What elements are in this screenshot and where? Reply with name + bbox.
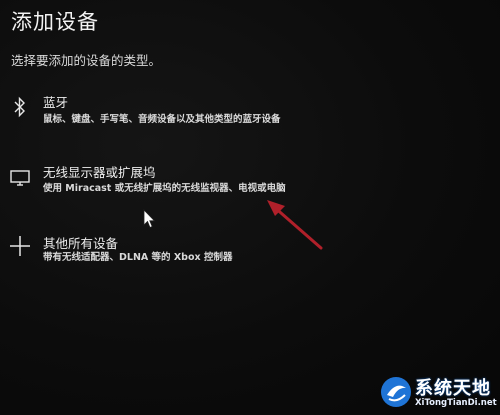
bluetooth-icon xyxy=(6,93,34,121)
dialog-subtitle: 选择要添加的设备的类型。 xyxy=(11,53,162,68)
watermark-title: 系统天地 xyxy=(415,378,491,399)
watermark: 系统天地 XiTongTianDi.net xyxy=(377,372,500,415)
option-label: 无线显示器或扩展坞 xyxy=(43,165,156,180)
option-description: 使用 Miracast 或无线扩展坞的无线监视器、电视或电脑 xyxy=(43,183,286,194)
option-label: 蓝牙 xyxy=(43,95,69,110)
option-description: 鼠标、键盘、手写笔、音频设备以及其他类型的蓝牙设备 xyxy=(43,114,281,125)
plus-icon xyxy=(6,232,34,260)
add-device-dialog: 添加设备 选择要添加的设备的类型。 蓝牙 鼠标、键盘、手写笔、音频设备以及其他类… xyxy=(0,0,500,415)
dialog-title: 添加设备 xyxy=(11,10,99,34)
option-wireless-display[interactable]: 无线显示器或扩展坞 使用 Miracast 或无线扩展坞的无线监视器、电视或电脑 xyxy=(0,162,440,202)
option-other-devices[interactable]: 其他所有设备 带有无线适配器、DLNA 等的 Xbox 控制器 xyxy=(0,230,440,270)
monitor-icon xyxy=(6,164,34,192)
watermark-logo-icon xyxy=(381,377,411,407)
mouse-cursor-icon xyxy=(143,209,156,229)
watermark-url: XiTongTianDi.net xyxy=(415,398,497,408)
annotation-arrow-icon xyxy=(267,200,323,250)
option-description: 带有无线适配器、DLNA 等的 Xbox 控制器 xyxy=(43,252,233,263)
option-bluetooth[interactable]: 蓝牙 鼠标、键盘、手写笔、音频设备以及其他类型的蓝牙设备 xyxy=(0,92,440,132)
